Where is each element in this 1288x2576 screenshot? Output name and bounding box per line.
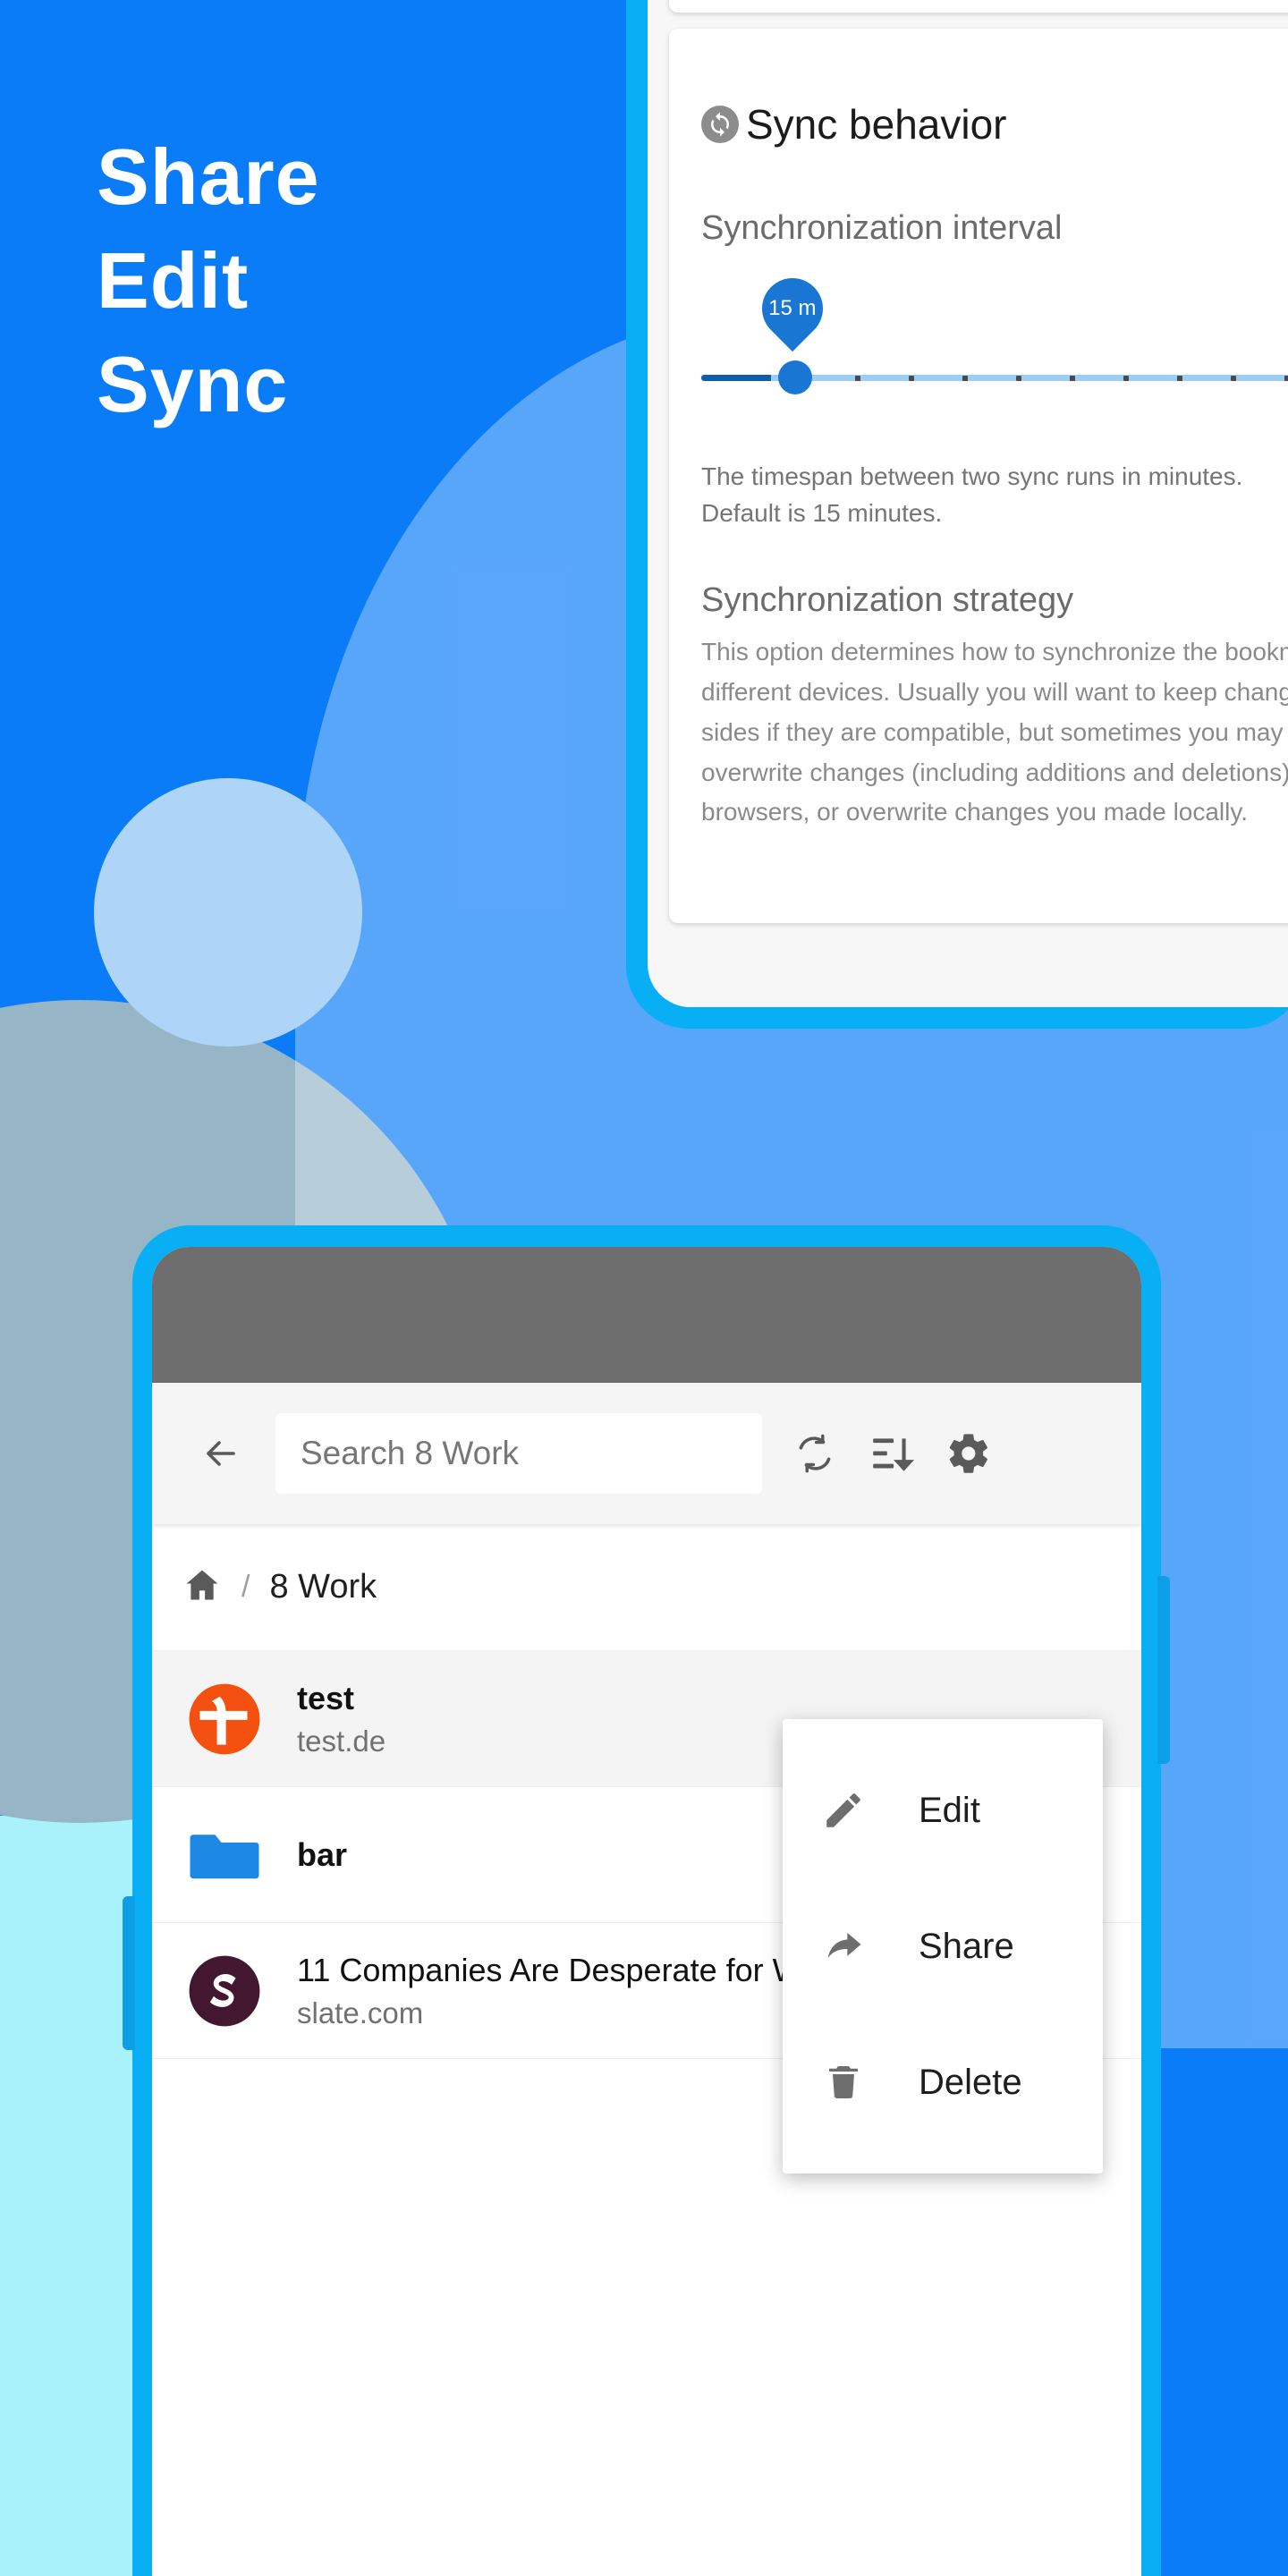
share-arrow-icon <box>813 1923 874 1970</box>
tablet-screen: EXPORT BOOKMARKS Sync behavior Synchroni… <box>648 0 1288 1007</box>
orange-cross-favicon <box>182 1677 267 1761</box>
sync-strategy-description: This option determines how to synchroniz… <box>701 638 1288 826</box>
slider-thumb[interactable] <box>778 360 812 394</box>
app-bar: Search 8 Work <box>152 1383 1141 1524</box>
background-light-circle <box>94 778 362 1046</box>
export-card: EXPORT BOOKMARKS <box>669 0 1288 13</box>
slider-tick <box>855 376 860 381</box>
promo-headline: Share Edit Sync <box>97 125 320 436</box>
slider-tick <box>1177 376 1182 381</box>
list-item-subtitle: slate.com <box>297 1996 424 2029</box>
slider-tick <box>1070 376 1075 381</box>
context-menu: Edit Share Delete <box>783 1719 1103 2174</box>
folder-icon <box>182 1813 267 1897</box>
list-item-title: test <box>297 1679 355 1716</box>
sort-icon[interactable] <box>853 1415 930 1492</box>
headline-line-1: Share <box>97 132 320 221</box>
slate-favicon <box>182 1949 267 2033</box>
sync-interval-label: Synchronization interval <box>701 209 1063 247</box>
slider-value-bubble: 15 m <box>749 265 836 352</box>
breadcrumb-current[interactable]: 8 Work <box>269 1568 377 1606</box>
pencil-icon <box>813 1788 874 1833</box>
slider-tick <box>1284 376 1288 381</box>
home-icon[interactable] <box>182 1565 222 1609</box>
context-menu-label: Edit <box>919 1790 980 1830</box>
slider-tick <box>1016 376 1021 381</box>
sync-behavior-card: Sync behavior Synchronization interval 1… <box>669 29 1288 923</box>
context-menu-item-share[interactable]: Share <box>783 1878 1103 2014</box>
sync-interval-slider[interactable]: 15 m <box>701 265 1288 403</box>
headline-line-2: Edit <box>97 236 250 326</box>
gear-icon[interactable] <box>930 1415 1007 1492</box>
sync-strategy-label: Synchronization strategy <box>701 581 1074 620</box>
list-item-subtitle: test.de <box>297 1724 386 1758</box>
search-input[interactable]: Search 8 Work <box>275 1413 762 1494</box>
sync-icon[interactable] <box>776 1415 853 1492</box>
sync-icon <box>701 106 739 143</box>
phone-power-button <box>1157 1576 1170 1764</box>
back-arrow-icon[interactable] <box>182 1415 259 1492</box>
context-menu-label: Share <box>919 1926 1014 1966</box>
list-item-texts: test test.de <box>297 1680 386 1758</box>
promo-screenshot: Share Edit Sync EXPORT BOOKMARKS Sync be… <box>0 0 1288 2576</box>
sync-behavior-title: Sync behavior <box>746 101 1007 148</box>
list-item-texts: bar <box>297 1836 347 1874</box>
list-item-texts: 11 Companies Are Desperate for W slate.c… <box>297 1952 803 2030</box>
context-menu-item-edit[interactable]: Edit <box>783 1742 1103 1878</box>
list-item-title: 11 Companies Are Desperate for W <box>297 1951 803 1988</box>
slider-tick <box>909 376 914 381</box>
breadcrumb-separator: / <box>242 1570 250 1604</box>
phone-volume-button <box>123 1896 135 2050</box>
slider-tick <box>1123 376 1129 381</box>
breadcrumb: / 8 Work <box>152 1524 1141 1651</box>
list-item-title: bar <box>297 1835 348 1873</box>
search-placeholder: Search 8 Work <box>301 1435 520 1471</box>
slider-value-text: 15 m <box>768 296 817 321</box>
sync-interval-description: The timespan between two sync runs in mi… <box>701 462 1243 527</box>
context-menu-label: Delete <box>919 2062 1022 2102</box>
sync-behavior-header: Sync behavior <box>701 100 1288 148</box>
slider-tick <box>1231 376 1236 381</box>
trash-icon <box>813 2061 874 2104</box>
slider-tick <box>962 376 968 381</box>
headline-line-3: Sync <box>97 340 289 429</box>
context-menu-item-delete[interactable]: Delete <box>783 2014 1103 2150</box>
status-bar <box>152 1247 1141 1383</box>
